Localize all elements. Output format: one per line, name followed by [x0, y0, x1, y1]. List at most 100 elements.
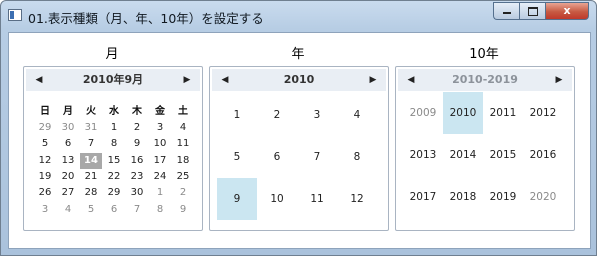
day-cell[interactable]: 3 — [34, 202, 56, 218]
day-cell[interactable]: 4 — [57, 202, 79, 218]
year-cell[interactable]: 2018 — [443, 176, 483, 218]
month-cell[interactable]: 3 — [297, 94, 337, 136]
year-calendar: ◀ 2010 ▶ 1 2 3 4 5 6 7 8 9 10 11 12 — [209, 66, 389, 231]
maximize-icon — [527, 7, 538, 16]
year-cell[interactable]: 2016 — [523, 134, 563, 176]
day-cell[interactable]: 3 — [149, 120, 171, 136]
year-cell[interactable]: 2013 — [403, 134, 443, 176]
weekday-header: 金 — [155, 106, 165, 117]
day-cell[interactable]: 25 — [172, 169, 194, 185]
day-cell[interactable]: 1 — [149, 185, 171, 201]
day-cell[interactable]: 9 — [126, 136, 148, 152]
client-area: 月 ◀ 2010年9月 ▶ 日月火水木金土 29 30 31 1 2 3 4 5 6 7 8 9 10 11… — [8, 32, 591, 249]
weekday-header: 月 — [63, 106, 73, 117]
month-cell[interactable]: 5 — [217, 136, 257, 178]
month-calendar-header: ◀ 2010年9月 ▶ — [26, 69, 200, 91]
day-cell[interactable]: 31 — [80, 120, 102, 136]
month-cell[interactable]: 2 — [257, 94, 297, 136]
month-cell[interactable]: 11 — [297, 178, 337, 220]
prev-month-button[interactable]: ◀ — [28, 69, 50, 91]
day-cell[interactable]: 2 — [172, 185, 194, 201]
decade-view-label: 10年 — [469, 47, 499, 62]
app-icon — [8, 9, 22, 21]
day-cell[interactable]: 6 — [57, 136, 79, 152]
year-cell[interactable]: 2019 — [483, 176, 523, 218]
weekday-header: 日 — [40, 106, 50, 117]
day-cell[interactable]: 27 — [57, 185, 79, 201]
year-cell[interactable]: 2011 — [483, 92, 523, 134]
weekday-header: 火 — [86, 106, 96, 117]
minimize-icon — [502, 12, 511, 14]
day-cell[interactable]: 7 — [80, 136, 102, 152]
day-cell[interactable]: 30 — [126, 185, 148, 201]
window-title: 01.表示種類（月、年、10年）を設定する — [28, 11, 264, 26]
year-calendar-header: ◀ 2010 ▶ — [212, 69, 386, 91]
year-cell[interactable]: 2014 — [443, 134, 483, 176]
day-cell[interactable]: 11 — [172, 136, 194, 152]
year-cell[interactable]: 2010 — [443, 92, 483, 134]
day-cell[interactable]: 30 — [57, 120, 79, 136]
month-cell[interactable]: 8 — [337, 136, 377, 178]
day-cell[interactable]: 4 — [172, 120, 194, 136]
day-cell[interactable]: 15 — [103, 153, 125, 169]
caption-buttons: x — [493, 2, 589, 20]
month-cell[interactable]: 7 — [297, 136, 337, 178]
day-cell[interactable]: 1 — [103, 120, 125, 136]
day-cell[interactable]: 21 — [80, 169, 102, 185]
month-cell[interactable]: 1 — [217, 94, 257, 136]
weekday-header: 水 — [109, 106, 119, 117]
day-cell[interactable]: 22 — [103, 169, 125, 185]
prev-year-button[interactable]: ◀ — [214, 69, 236, 91]
maximize-button[interactable] — [519, 2, 545, 20]
year-cell[interactable]: 2009 — [403, 92, 443, 134]
title-bar[interactable]: 01.表示種類（月、年、10年）を設定する x — [1, 1, 596, 31]
day-cell[interactable]: 12 — [34, 153, 56, 169]
day-cell[interactable]: 10 — [149, 136, 171, 152]
day-cell[interactable]: 29 — [103, 185, 125, 201]
month-cell[interactable]: 9 — [217, 178, 257, 220]
close-button[interactable]: x — [545, 2, 589, 20]
day-cell[interactable]: 8 — [103, 136, 125, 152]
month-view-label: 月 — [105, 47, 119, 62]
day-cell[interactable]: 9 — [172, 202, 194, 218]
day-cell-today[interactable]: 14 — [80, 152, 102, 169]
app-window: 01.表示種類（月、年、10年）を設定する x 月 ◀ 2010年9月 ▶ 日 月… — [0, 0, 597, 256]
year-calendar-title[interactable]: 2010 — [236, 69, 362, 91]
day-cell[interactable]: 17 — [149, 153, 171, 169]
month-calendar: ◀ 2010年9月 ▶ 日月火水木金土 29 30 31 1 2 3 4 5 6 7 8 9 10 11 12… — [23, 66, 203, 231]
day-cell[interactable]: 24 — [149, 169, 171, 185]
day-cell[interactable]: 5 — [34, 136, 56, 152]
next-year-button[interactable]: ▶ — [362, 69, 384, 91]
day-cell[interactable]: 6 — [103, 202, 125, 218]
day-cell[interactable]: 23 — [126, 169, 148, 185]
decade-calendar-title: 2010-2019 — [452, 73, 518, 86]
year-cell[interactable]: 2020 — [523, 176, 563, 218]
year-cell[interactable]: 2017 — [403, 176, 443, 218]
day-cell[interactable]: 20 — [57, 169, 79, 185]
month-cell[interactable]: 10 — [257, 178, 297, 220]
next-decade-button[interactable]: ▶ — [548, 69, 570, 91]
decade-calendar-header: ◀ 2010-2019 ▶ — [398, 69, 572, 91]
day-cell[interactable]: 5 — [80, 202, 102, 218]
year-view-label: 年 — [291, 47, 305, 62]
prev-decade-button[interactable]: ◀ — [400, 69, 422, 91]
day-cell[interactable]: 29 — [34, 120, 56, 136]
year-cell[interactable]: 2012 — [523, 92, 563, 134]
day-cell[interactable]: 7 — [126, 202, 148, 218]
weekday-header: 木 — [132, 106, 142, 117]
month-calendar-title[interactable]: 2010年9月 — [50, 69, 176, 91]
year-cell[interactable]: 2015 — [483, 134, 523, 176]
day-cell[interactable]: 8 — [149, 202, 171, 218]
day-cell[interactable]: 2 — [126, 120, 148, 136]
day-cell[interactable]: 28 — [80, 185, 102, 201]
day-cell[interactable]: 19 — [34, 169, 56, 185]
month-cell[interactable]: 4 — [337, 94, 377, 136]
day-cell[interactable]: 26 — [34, 185, 56, 201]
next-month-button[interactable]: ▶ — [176, 69, 198, 91]
month-cell[interactable]: 6 — [257, 136, 297, 178]
day-cell[interactable]: 13 — [57, 153, 79, 169]
minimize-button[interactable] — [493, 2, 519, 20]
day-cell[interactable]: 16 — [126, 153, 148, 169]
day-cell[interactable]: 18 — [172, 153, 194, 169]
month-cell[interactable]: 12 — [337, 178, 377, 220]
